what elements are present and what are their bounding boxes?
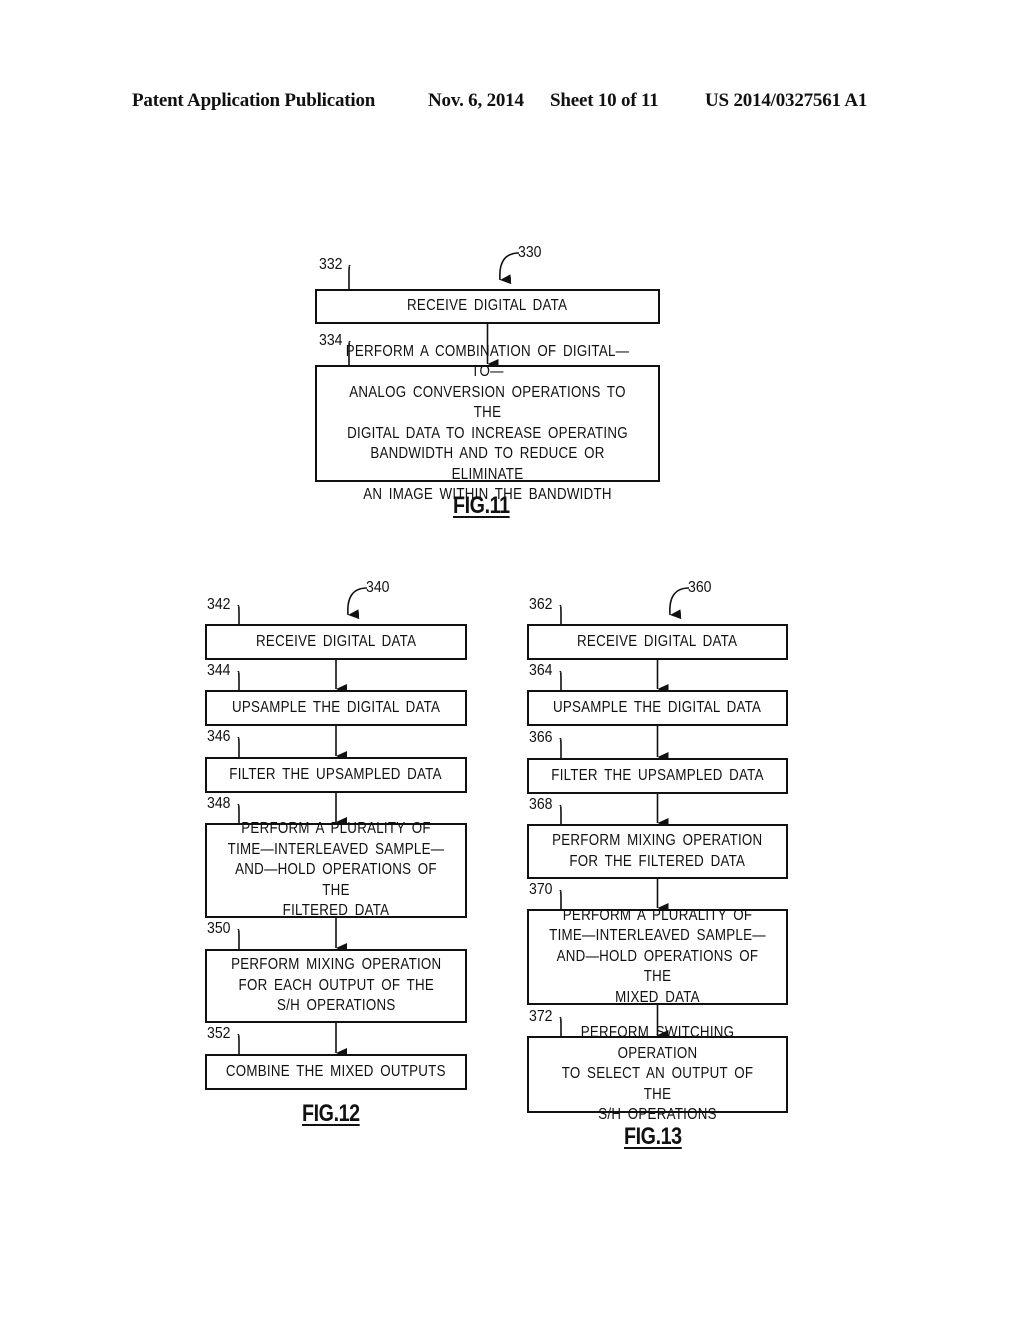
step-text: PERFORM A COMBINATION OF DIGITAL—TO— ANA… <box>345 342 630 504</box>
flow-step: PERFORM MIXING OPERATION FOR THE FILTERE… <box>527 824 788 879</box>
step-ref-number: 342 <box>207 596 231 613</box>
flow-step: UPSAMPLE THE DIGITAL DATA <box>527 690 788 726</box>
lead-line <box>237 1033 240 1054</box>
flow-step: RECEIVE DIGITAL DATA <box>315 289 660 324</box>
flow-step: PERFORM A COMBINATION OF DIGITAL—TO— ANA… <box>315 343 660 503</box>
lead-line <box>559 804 562 824</box>
lead-line <box>237 928 240 949</box>
lead-line <box>237 670 240 690</box>
step-text: PERFORM A PLURALITY OF TIME—INTERLEAVED … <box>227 820 445 920</box>
flow-step: RECEIVE DIGITAL DATA <box>205 624 467 660</box>
lead-line <box>559 737 562 758</box>
step-ref-number: 362 <box>529 596 553 613</box>
step-text: UPSAMPLE THE DIGITAL DATA <box>553 698 762 716</box>
figure-ref-number: 360 <box>688 579 712 596</box>
figure-label: FIG.12 <box>302 1100 360 1127</box>
lead-line <box>559 670 562 690</box>
figure-label: FIG.11 <box>453 492 510 519</box>
step-text: UPSAMPLE THE DIGITAL DATA <box>231 698 441 716</box>
step-ref-number: 332 <box>319 256 343 273</box>
step-text: PERFORM MIXING OPERATION FOR EACH OUTPUT… <box>230 956 442 1015</box>
step-ref-number: 366 <box>529 729 553 746</box>
flow-step: PERFORM SWITCHING OPERATION TO SELECT AN… <box>527 1024 788 1123</box>
flow-step: FILTER THE UPSAMPLED DATA <box>527 758 788 794</box>
step-text: RECEIVE DIGITAL DATA <box>577 632 738 650</box>
lead-line <box>237 736 240 757</box>
flow-step: PERFORM MIXING OPERATION FOR EACH OUTPUT… <box>205 949 467 1023</box>
lead-line <box>348 264 351 289</box>
figure-ref-arrow <box>347 587 368 620</box>
flow-step: PERFORM A PLURALITY OF TIME—INTERLEAVED … <box>205 820 467 919</box>
step-text: FILTER THE UPSAMPLED DATA <box>229 765 443 783</box>
step-ref-number: 364 <box>529 662 553 679</box>
step-text: PERFORM A PLURALITY OF TIME—INTERLEAVED … <box>549 906 766 1006</box>
flow-step: FILTER THE UPSAMPLED DATA <box>205 757 467 793</box>
step-ref-number: 370 <box>529 881 553 898</box>
step-text: RECEIVE DIGITAL DATA <box>255 632 417 650</box>
step-ref-number: 352 <box>207 1025 231 1042</box>
step-ref-number: 350 <box>207 920 231 937</box>
step-ref-number: 344 <box>207 662 231 679</box>
figure-ref-arrow <box>499 252 520 285</box>
figure-ref-arrow <box>669 587 690 620</box>
step-text: RECEIVE DIGITAL DATA <box>407 297 568 315</box>
step-ref-number: 368 <box>529 796 553 813</box>
flow-step: RECEIVE DIGITAL DATA <box>527 624 788 660</box>
flow-step: COMBINE THE MIXED OUTPUTS <box>205 1054 467 1090</box>
flow-step: PERFORM A PLURALITY OF TIME—INTERLEAVED … <box>527 907 788 1006</box>
connectors-layer <box>237 252 690 1058</box>
step-text: COMBINE THE MIXED OUTPUTS <box>226 1062 446 1080</box>
step-text: PERFORM SWITCHING OPERATION TO SELECT AN… <box>561 1024 754 1124</box>
step-text: FILTER THE UPSAMPLED DATA <box>551 766 764 784</box>
step-ref-number: 346 <box>207 728 231 745</box>
step-ref-number: 348 <box>207 795 231 812</box>
lead-line <box>237 604 240 624</box>
figure-ref-number: 330 <box>518 244 542 261</box>
figure-ref-number: 340 <box>366 579 390 596</box>
step-ref-number: 334 <box>319 332 343 349</box>
step-text: PERFORM MIXING OPERATION FOR THE FILTERE… <box>552 832 763 870</box>
lead-line <box>559 604 562 624</box>
figure-label: FIG.13 <box>624 1123 682 1150</box>
flow-step: UPSAMPLE THE DIGITAL DATA <box>205 690 467 726</box>
